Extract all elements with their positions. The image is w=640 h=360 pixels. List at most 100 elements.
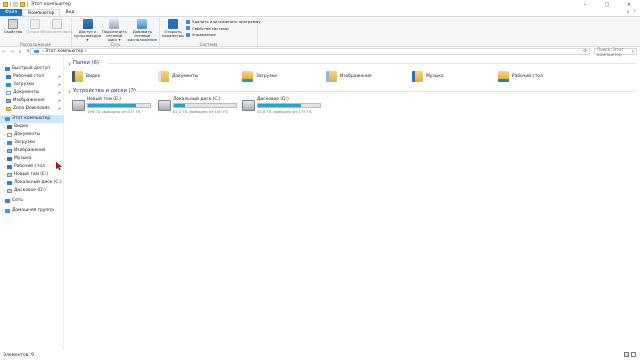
ribbon-group-location: Свойства Открыть Переименовать Расположе… xyxy=(0,17,73,48)
nav-item-quick-access[interactable]: ˅ Быстрый доступ xyxy=(0,65,64,73)
nav-item-downloads-pc[interactable]: › Загрузки xyxy=(0,139,64,147)
tab-computer[interactable]: Компьютер xyxy=(22,9,61,16)
folder-item[interactable]: Документы xyxy=(158,69,198,83)
system-properties-button[interactable]: Свойства системы xyxy=(186,26,261,31)
drive-name: Новый том (E:) xyxy=(87,97,121,102)
drives-section-header[interactable]: ∨ Устройства и диски (3) xyxy=(68,88,136,94)
video-folder-icon xyxy=(72,70,83,82)
divider xyxy=(26,2,27,7)
music-folder-icon xyxy=(412,70,423,82)
title-bar: Этот компьютер – □ ✕ xyxy=(0,0,640,9)
section-title: Папки (6) xyxy=(72,60,99,66)
uninstall-program-label: Удалить или изменить программу xyxy=(192,19,261,24)
folder-label: Видео xyxy=(86,73,101,79)
hard-drive-icon xyxy=(72,100,85,111)
drive-usage-bar xyxy=(87,103,151,108)
drive-free-space: 196 ГБ свободно из 837 ГБ xyxy=(87,108,141,114)
drive-tile-d[interactable]: Дисковое (D:) 52,8 ГБ свободно из 177 ГБ xyxy=(242,97,322,117)
nav-item-documents[interactable]: Документы ✦ xyxy=(0,89,64,97)
refresh-button[interactable]: ⟳ xyxy=(583,49,587,54)
system-properties-icon xyxy=(186,26,190,30)
nav-item-homegroup[interactable]: › Домашняя группа xyxy=(0,207,64,215)
computer-icon xyxy=(34,49,39,54)
address-path: › Этот компьютер › xyxy=(42,49,87,54)
manage-icon xyxy=(186,32,190,37)
collapse-ribbon-button[interactable]: ∨ xyxy=(626,10,629,15)
window-controls: – □ ✕ xyxy=(574,0,640,9)
tab-file[interactable]: Файл xyxy=(0,9,23,16)
folder-item[interactable]: Видео xyxy=(72,69,100,83)
nav-item-drive-c[interactable]: › Локальный диск (C:) xyxy=(0,179,64,187)
section-divider xyxy=(108,60,636,66)
drive-tile-e[interactable]: Новый том (E:) 196 ГБ свободно из 837 ГБ xyxy=(72,97,152,117)
details-view-icon[interactable] xyxy=(624,352,629,357)
nav-item-label: Рабочий стол xyxy=(13,74,44,80)
folder-label: Музыка xyxy=(426,73,444,79)
address-bar[interactable]: › Этот компьютер › ⟳ xyxy=(30,48,590,55)
nav-item-label: Быстрый доступ xyxy=(12,66,51,72)
tab-view[interactable]: Вид xyxy=(60,9,79,16)
large-icons-view-icon[interactable] xyxy=(631,352,636,357)
chevron-down-icon[interactable]: ∨ xyxy=(68,61,71,66)
nav-item-this-pc[interactable]: ˅ Этот компьютер xyxy=(0,115,64,123)
uninstall-program-button[interactable]: Удалить или изменить программу xyxy=(186,19,261,24)
nav-item-desktop[interactable]: Рабочий стол ✦ xyxy=(0,73,64,81)
ribbon-group-network: Доступ к мультимедиа ▾ Подключить сетево… xyxy=(72,17,160,48)
download-icon xyxy=(7,140,12,145)
divider xyxy=(132,91,636,92)
nav-item-downloads[interactable]: Загрузки ✦ xyxy=(0,81,64,89)
nav-item-network[interactable]: › Сеть xyxy=(0,197,64,205)
nav-item-label: Документы xyxy=(13,90,40,96)
pictures-icon xyxy=(7,148,12,153)
folder-item[interactable]: Изображения xyxy=(326,69,372,83)
help-button[interactable]: ? xyxy=(634,10,636,15)
nav-item-label: Домашняя группа xyxy=(12,208,54,214)
network-location-icon xyxy=(137,19,148,29)
pin-icon: ✦ xyxy=(57,106,61,112)
maximize-button[interactable]: □ xyxy=(596,0,618,9)
nav-item-pictures[interactable]: Изображения ✦ xyxy=(0,97,64,105)
content-pane: ∨ Папки (6) Видео Документы Загрузки Изо… xyxy=(66,57,640,350)
view-buttons xyxy=(624,352,636,357)
uninstall-icon xyxy=(186,19,190,24)
media-access-label: Доступ к мультимедиа ▾ xyxy=(73,29,102,43)
document-icon xyxy=(7,132,12,137)
folder-item[interactable]: Рабочий стол xyxy=(498,69,543,83)
properties-icon[interactable] xyxy=(12,2,18,7)
drive-tile-c[interactable]: Локальный диск (C:) 82,2 ГБ свободно из … xyxy=(158,97,238,117)
nav-item-music[interactable]: › Музыка xyxy=(0,155,64,163)
system-drive-icon xyxy=(158,100,171,111)
status-bar: Элементов: 9 xyxy=(0,350,640,360)
nav-item-drive-e[interactable]: › Новый том (E:) xyxy=(0,171,64,179)
pin-icon: ✦ xyxy=(57,98,61,104)
folder-item[interactable]: Музыка xyxy=(412,69,444,83)
folder-item[interactable]: Загрузки xyxy=(242,69,277,83)
nav-item-zona-downloads[interactable]: Zona Downloads ✦ xyxy=(0,105,64,113)
drive-name: Локальный диск (C:) xyxy=(173,97,221,102)
nav-item-videos[interactable]: › Видео xyxy=(0,123,64,131)
back-button[interactable]: ← xyxy=(0,49,8,55)
window-title: Этот компьютер xyxy=(31,2,71,7)
map-network-drive-label: Подключить сетевой диск ▾ xyxy=(101,29,127,43)
windows-drive-icon xyxy=(7,180,12,185)
forward-button[interactable]: → xyxy=(8,49,16,55)
ribbon-group-system: Открыть параметры Удалить или изменить п… xyxy=(160,17,261,48)
new-folder-icon[interactable] xyxy=(19,2,25,7)
nav-item-documents-pc[interactable]: › Документы xyxy=(0,131,64,139)
minimize-button[interactable]: – xyxy=(574,0,596,9)
search-placeholder: Поиск: Этот компьютер xyxy=(597,46,624,57)
nav-item-desktop-pc[interactable]: › Рабочий стол xyxy=(0,163,64,171)
drive-usage-bar xyxy=(173,103,237,108)
manage-button[interactable]: Управление xyxy=(186,32,261,37)
drive-icon xyxy=(7,172,12,177)
add-network-location-label: Добавить сетевое расположение xyxy=(127,29,157,43)
nav-item-drive-d[interactable]: › Дисковое (D:) xyxy=(0,187,64,195)
recent-locations-button[interactable]: ∨ xyxy=(16,49,24,55)
drive-usage-bar xyxy=(257,103,321,108)
nav-item-pictures-pc[interactable]: › Изображения xyxy=(0,147,64,155)
ribbon: Свойства Открыть Переименовать Расположе… xyxy=(0,16,640,48)
close-button[interactable]: ✕ xyxy=(618,0,640,9)
folders-section-header[interactable]: ∨ Папки (6) xyxy=(68,60,99,66)
search-input[interactable]: Поиск: Этот компьютер ⌕ xyxy=(594,46,637,57)
chevron-down-icon[interactable]: ∨ xyxy=(68,89,71,94)
